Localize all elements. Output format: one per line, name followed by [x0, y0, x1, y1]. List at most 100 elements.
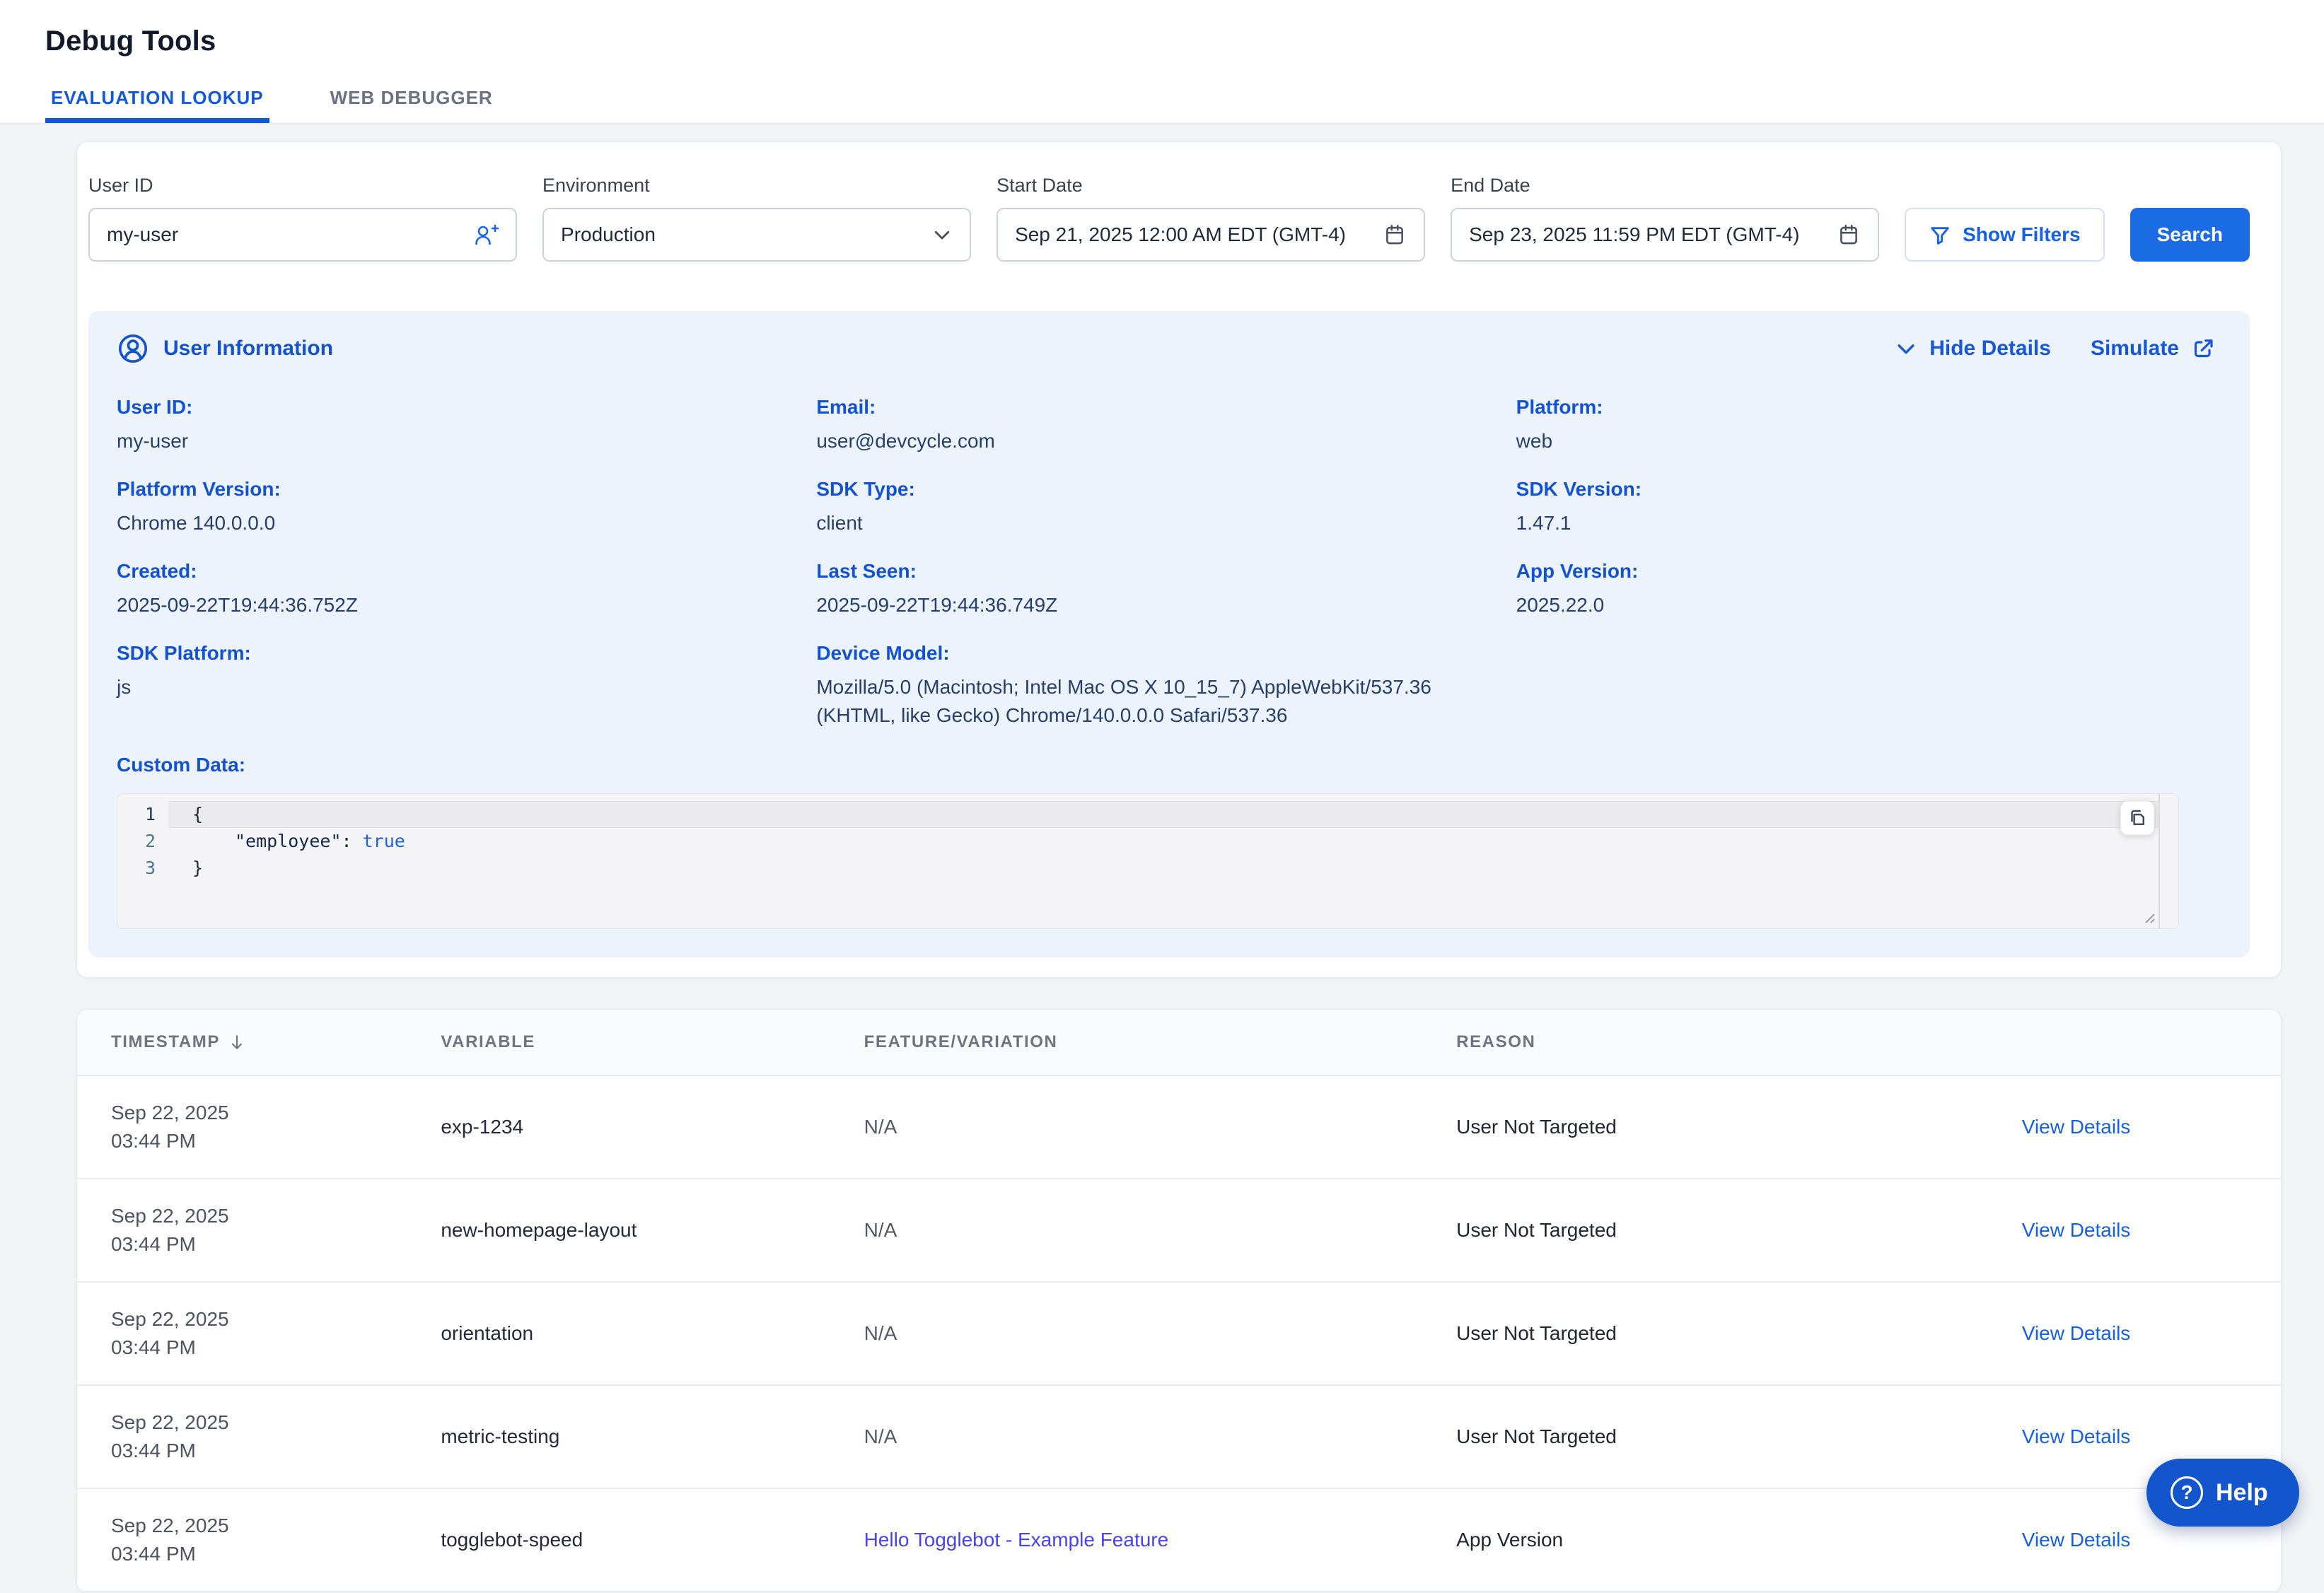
lookup-card: User ID Environment Production	[76, 141, 2282, 978]
chevron-down-icon	[1894, 337, 1918, 361]
user-information-panel: User Information Hide Details Simulate	[88, 311, 2250, 957]
code-line-2: "employee": true	[168, 828, 2178, 855]
cell-reason: User Not Targeted	[1456, 1219, 1923, 1242]
view-details-link[interactable]: View Details	[1923, 1322, 2281, 1345]
user-id-field: User ID	[88, 175, 517, 262]
question-mark-icon: ?	[2171, 1476, 2203, 1509]
start-date-input[interactable]: Sep 21, 2025 12:00 AM EDT (GMT-4)	[997, 208, 1425, 262]
help-label: Help	[2216, 1479, 2268, 1507]
calendar-icon	[1837, 223, 1861, 247]
table-row: Sep 22, 2025 03:44 PM exp-1234 N/A User …	[77, 1076, 2281, 1179]
info-field-last-seen: Last Seen: 2025-09-22T19:44:36.749Z	[816, 560, 1516, 619]
cell-variable: orientation	[441, 1322, 864, 1345]
view-details-link[interactable]: View Details	[1923, 1425, 2281, 1448]
cell-variable: togglebot-speed	[441, 1529, 864, 1551]
main-content: User ID Environment Production	[0, 124, 2324, 1593]
help-button[interactable]: ? Help	[2146, 1459, 2299, 1527]
cell-feature: N/A	[864, 1322, 1457, 1345]
cell-variable: exp-1234	[441, 1116, 864, 1138]
page-title: Debug Tools	[45, 25, 2324, 57]
copy-button[interactable]	[2120, 801, 2154, 835]
tab-web-debugger[interactable]: WEB DEBUGGER	[325, 87, 499, 123]
chevron-down-icon	[931, 224, 953, 245]
user-circle-icon	[117, 332, 149, 365]
cell-timestamp: Sep 22, 2025 03:44 PM	[111, 1408, 441, 1465]
cell-variable: metric-testing	[441, 1425, 864, 1448]
table-row: Sep 22, 2025 03:44 PM togglebot-speed He…	[77, 1489, 2281, 1592]
cell-timestamp: Sep 22, 2025 03:44 PM	[111, 1099, 441, 1155]
cell-timestamp: Sep 22, 2025 03:44 PM	[111, 1202, 441, 1259]
column-header-feature-variation: FEATURE/VARIATION	[864, 1032, 1457, 1052]
table-row: Sep 22, 2025 03:44 PM orientation N/A Us…	[77, 1283, 2281, 1386]
code-line-1: {	[168, 801, 2159, 828]
hide-details-label: Hide Details	[1929, 337, 2051, 361]
external-link-icon	[2190, 336, 2216, 361]
show-filters-button[interactable]: Show Filters	[1905, 208, 2104, 262]
evaluations-table: TIMESTAMP VARIABLE FEATURE/VARIATION REA…	[76, 1009, 2282, 1593]
cell-variable: new-homepage-layout	[441, 1219, 864, 1242]
user-information-header: User Information Hide Details Simulate	[117, 332, 2216, 365]
cell-timestamp: Sep 22, 2025 03:44 PM	[111, 1512, 441, 1568]
user-id-label: User ID	[88, 175, 517, 197]
info-field-sdk-version: SDK Version: 1.47.1	[1516, 478, 2216, 537]
code-lines: { "employee": true }	[168, 794, 2178, 928]
cell-reason: User Not Targeted	[1456, 1322, 1923, 1345]
info-field-user-id: User ID: my-user	[117, 396, 816, 455]
view-details-link[interactable]: View Details	[1923, 1116, 2281, 1138]
view-details-link[interactable]: View Details	[1923, 1219, 2281, 1242]
info-field-email: Email: user@devcycle.com	[816, 396, 1516, 455]
end-date-input[interactable]: Sep 23, 2025 11:59 PM EDT (GMT-4)	[1451, 208, 1879, 262]
end-date-label: End Date	[1451, 175, 1879, 197]
end-date-value: Sep 23, 2025 11:59 PM EDT (GMT-4)	[1469, 223, 1799, 246]
column-header-timestamp[interactable]: TIMESTAMP	[111, 1032, 441, 1052]
cell-reason: User Not Targeted	[1456, 1425, 1923, 1448]
tab-evaluation-lookup[interactable]: EVALUATION LOOKUP	[45, 87, 269, 123]
show-filters-label: Show Filters	[1963, 223, 2080, 246]
environment-field: Environment Production	[542, 175, 971, 262]
environment-value: Production	[561, 223, 656, 246]
tab-bar: EVALUATION LOOKUP WEB DEBUGGER	[45, 87, 2324, 123]
simulate-label: Simulate	[2091, 337, 2179, 361]
environment-label: Environment	[542, 175, 971, 197]
cell-reason: App Version	[1456, 1529, 1923, 1551]
view-details-link[interactable]: View Details	[1923, 1529, 2281, 1551]
info-field-platform-version: Platform Version: Chrome 140.0.0.0	[117, 478, 816, 537]
user-id-input[interactable]	[107, 223, 462, 246]
user-information-title: User Information	[163, 337, 333, 361]
custom-data-editor[interactable]: 1 2 3 { "employee": true }	[117, 793, 2179, 929]
cell-feature: N/A	[864, 1425, 1457, 1448]
simulate-button[interactable]: Simulate	[2091, 336, 2216, 361]
custom-data-section: Custom Data: 1 2 3 { "employee": true }	[117, 754, 2216, 929]
table-row: Sep 22, 2025 03:44 PM new-homepage-layou…	[77, 1179, 2281, 1283]
top-header: Debug Tools EVALUATION LOOKUP WEB DEBUGG…	[0, 0, 2324, 124]
feature-link[interactable]: Hello Togglebot - Example Feature	[864, 1529, 1457, 1551]
filter-bar: User ID Environment Production	[88, 175, 2250, 262]
code-line-3: }	[168, 855, 2178, 882]
start-date-value: Sep 21, 2025 12:00 AM EDT (GMT-4)	[1015, 223, 1346, 246]
info-field-created: Created: 2025-09-22T19:44:36.752Z	[117, 560, 816, 619]
cell-timestamp: Sep 22, 2025 03:44 PM	[111, 1305, 441, 1362]
code-line-numbers: 1 2 3	[117, 794, 168, 928]
environment-select[interactable]: Production	[542, 208, 971, 262]
hide-details-button[interactable]: Hide Details	[1894, 337, 2051, 361]
user-information-title-group: User Information	[117, 332, 333, 365]
copy-icon	[2127, 807, 2148, 829]
filter-funnel-icon	[1929, 223, 1951, 246]
info-field-app-version: App Version: 2025.22.0	[1516, 560, 2216, 619]
search-button[interactable]: Search	[2130, 208, 2250, 262]
start-date-label: Start Date	[997, 175, 1425, 197]
user-information-actions: Hide Details Simulate	[1894, 336, 2216, 361]
column-header-variable: VARIABLE	[441, 1032, 864, 1052]
user-info-grid: User ID: my-user Email: user@devcycle.co…	[117, 396, 2216, 730]
table-row: Sep 22, 2025 03:44 PM metric-testing N/A…	[77, 1386, 2281, 1489]
start-date-field: Start Date Sep 21, 2025 12:00 AM EDT (GM…	[997, 175, 1425, 262]
custom-data-label: Custom Data:	[117, 754, 2216, 776]
info-field-sdk-platform: SDK Platform: js	[117, 642, 816, 730]
cell-reason: User Not Targeted	[1456, 1116, 1923, 1138]
cell-feature: N/A	[864, 1116, 1457, 1138]
calendar-icon	[1383, 223, 1407, 247]
arrow-down-icon[interactable]	[227, 1032, 247, 1052]
info-field-device-model: Device Model: Mozilla/5.0 (Macintosh; In…	[816, 642, 1516, 730]
resize-handle[interactable]	[2139, 907, 2157, 926]
end-date-field: End Date Sep 23, 2025 11:59 PM EDT (GMT-…	[1451, 175, 1879, 262]
